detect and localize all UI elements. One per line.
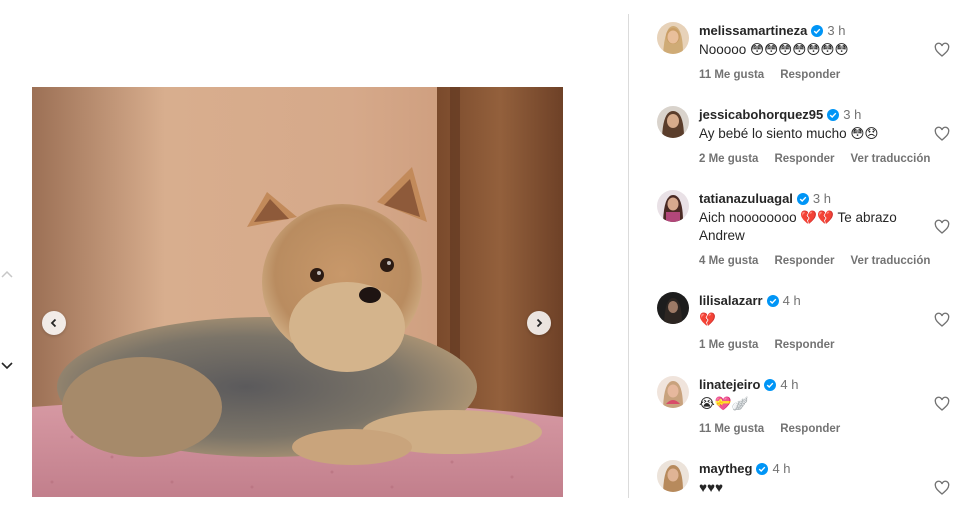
panel-divider <box>628 14 629 498</box>
avatar[interactable] <box>657 292 689 324</box>
comment-text: Aich noooooooo 💔💔 Te abrazo Andrew <box>699 210 897 243</box>
dog-photo-illustration <box>32 87 563 497</box>
comment-likes[interactable]: 11 Me gusta <box>699 69 764 81</box>
comment-likes[interactable]: 4 Me gusta <box>699 255 758 267</box>
avatar[interactable] <box>657 376 689 408</box>
verified-badge-icon <box>811 25 824 37</box>
chevron-up-icon <box>1 270 13 278</box>
verified-badge-icon <box>764 379 777 391</box>
comment-likes[interactable]: 11 Me gusta <box>699 423 764 435</box>
comment-text: Nooooo 😳😳😳😳😳😳😳 <box>699 42 849 57</box>
heart-icon[interactable] <box>934 312 950 328</box>
comment-time[interactable]: 4 h <box>783 292 801 310</box>
reply-button[interactable]: Responder <box>774 339 834 351</box>
verified-badge-icon <box>827 109 840 121</box>
avatar[interactable] <box>657 22 689 54</box>
comment-time[interactable]: 4 h <box>780 376 798 394</box>
comments-list: melissamartineza 3 h Nooooo 😳😳😳😳😳😳😳 11 M… <box>657 0 957 512</box>
comment-likes[interactable]: 1 Me gusta <box>699 339 758 351</box>
heart-icon[interactable] <box>934 480 950 496</box>
comment-username[interactable]: linatejeiro <box>699 376 760 394</box>
comment-time[interactable]: 4 h <box>772 460 790 478</box>
comment-time[interactable]: 3 h <box>813 190 831 208</box>
comment-username[interactable]: jessicabohorquez95 <box>699 106 823 124</box>
see-translation-button[interactable]: Ver traducción <box>851 255 931 267</box>
heart-icon[interactable] <box>934 42 950 58</box>
avatar[interactable] <box>657 190 689 222</box>
comment-time[interactable]: 3 h <box>843 106 861 124</box>
verified-badge-icon <box>756 463 769 475</box>
chevron-down-icon <box>1 362 13 370</box>
reply-button[interactable]: Responder <box>774 255 834 267</box>
reply-button[interactable]: Responder <box>780 423 840 435</box>
scroll-up-arrow[interactable] <box>0 268 14 282</box>
comment-likes[interactable]: 2 Me gusta <box>699 153 758 165</box>
comment-username[interactable]: lilisalazarr <box>699 292 763 310</box>
verified-badge-icon <box>766 295 779 307</box>
heart-icon[interactable] <box>934 396 950 412</box>
comment-username[interactable]: melissamartineza <box>699 22 807 40</box>
comment-time[interactable]: 3 h <box>827 22 845 40</box>
comment-text: Ay bebé lo siento mucho 😳😞 <box>699 126 879 141</box>
chevron-left-icon <box>50 318 57 328</box>
carousel-next-button[interactable] <box>527 311 551 335</box>
see-translation-button[interactable]: Ver traducción <box>851 153 931 165</box>
post-image <box>32 87 563 497</box>
avatar[interactable] <box>657 460 689 492</box>
heart-icon[interactable] <box>934 219 950 235</box>
comment-text: 😭💝🪽 <box>699 396 749 411</box>
verified-badge-icon <box>796 193 809 205</box>
scroll-down-arrow[interactable] <box>0 358 14 372</box>
carousel-previous-button[interactable] <box>42 311 66 335</box>
reply-button[interactable]: Responder <box>780 69 840 81</box>
reply-button[interactable]: Responder <box>774 153 834 165</box>
heart-icon[interactable] <box>934 126 950 142</box>
avatar[interactable] <box>657 106 689 138</box>
comment-text: 💔 <box>699 312 716 327</box>
comment-username[interactable]: maytheg <box>699 460 752 478</box>
chevron-right-icon <box>536 318 543 328</box>
comment-username[interactable]: tatianazuluagal <box>699 190 793 208</box>
comment-text: ♥♥♥ <box>699 480 724 495</box>
